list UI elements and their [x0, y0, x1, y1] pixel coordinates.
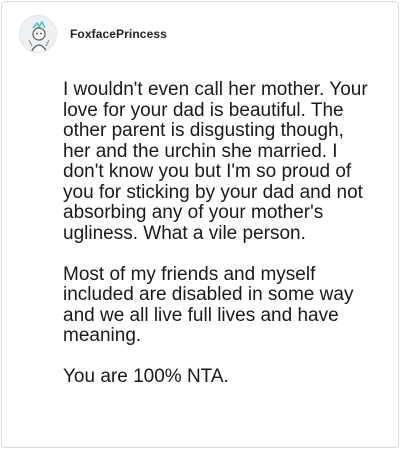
- comment-header: FoxfacePrincess: [19, 15, 167, 53]
- comment-paragraph: You are 100% NTA.: [63, 366, 229, 387]
- user-avatar[interactable]: [19, 15, 57, 53]
- comment-paragraph: Most of my friends and myself included a…: [63, 263, 354, 346]
- username[interactable]: FoxfacePrincess: [70, 27, 167, 41]
- comment-body: I wouldn't even call her mother. Your lo…: [63, 79, 373, 388]
- comment-paragraph: I wouldn't even call her mother. Your lo…: [63, 79, 368, 244]
- comment-card: FoxfacePrincess I wouldn't even call her…: [1, 1, 399, 448]
- avatar-icon: [20, 16, 56, 52]
